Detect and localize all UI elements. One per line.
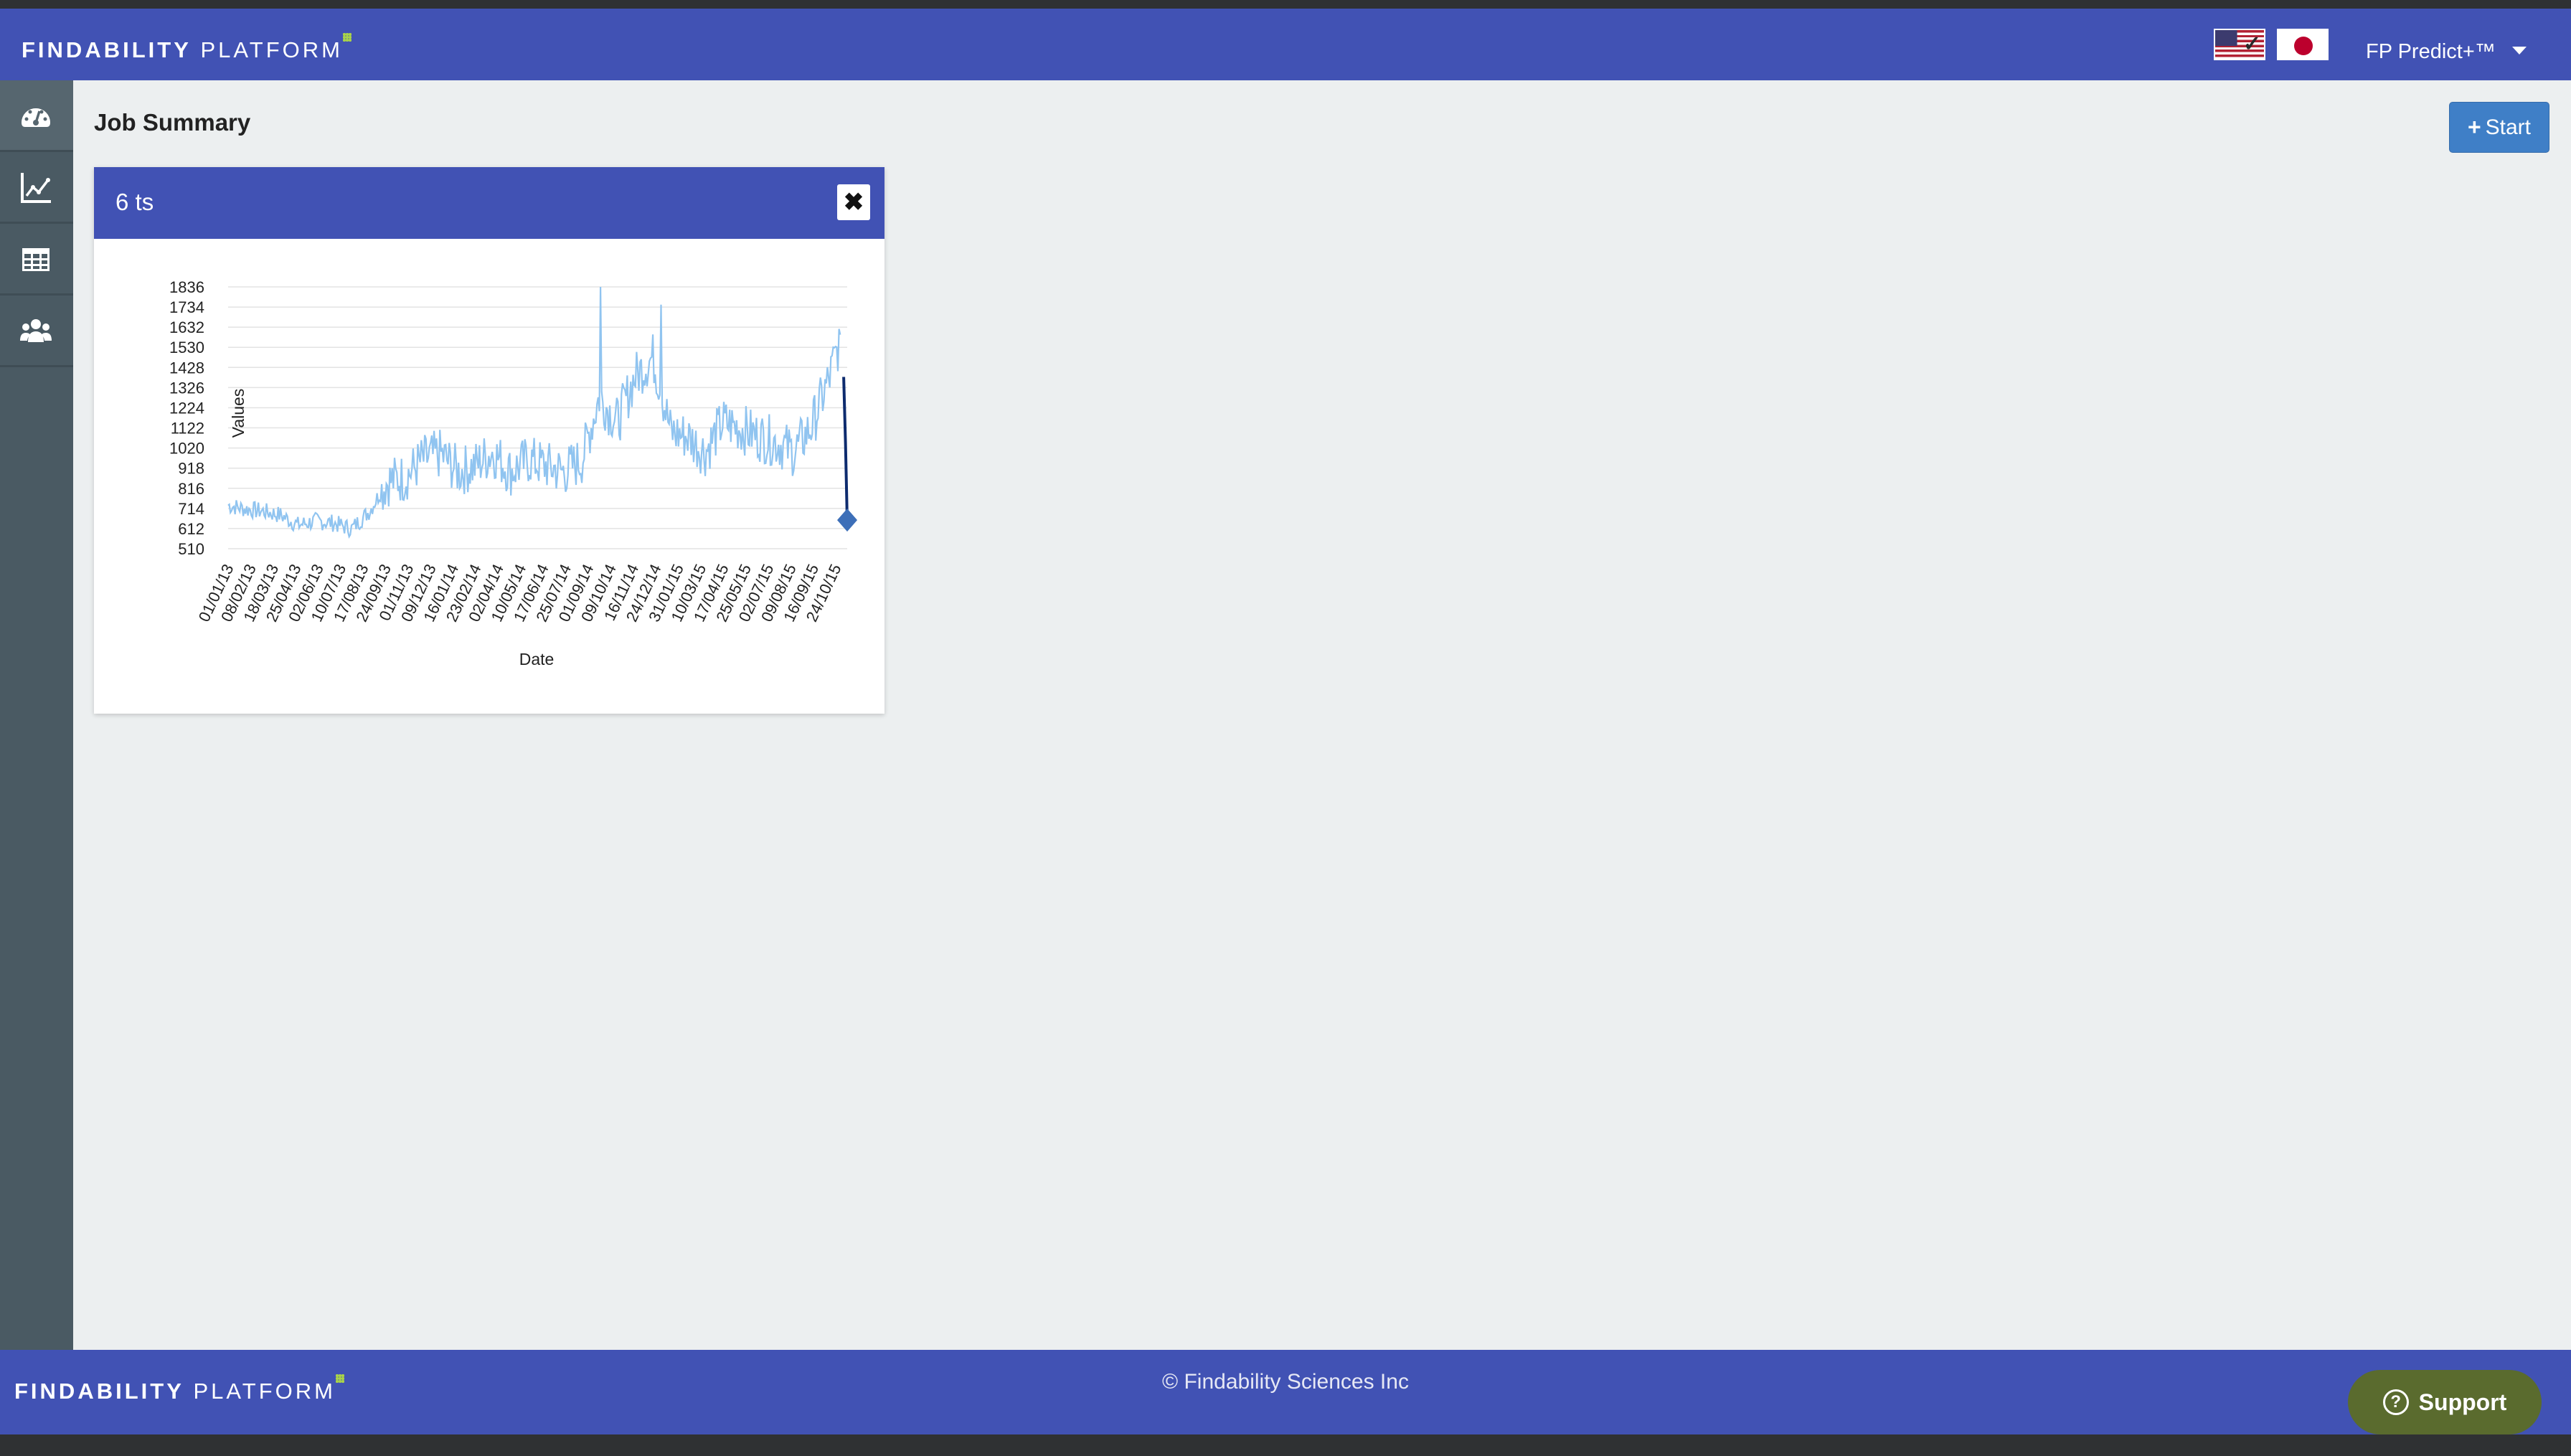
history-series-line xyxy=(227,286,841,539)
y-tick-label: 612 xyxy=(178,520,204,538)
start-button[interactable]: + Start xyxy=(2449,102,2549,153)
y-tick-label: 918 xyxy=(178,460,204,478)
x-axis-title: Date xyxy=(519,650,555,668)
sidebar-item-table[interactable] xyxy=(0,224,73,296)
checkmark-icon: ✓ xyxy=(2242,32,2261,56)
y-tick-label: 1836 xyxy=(169,278,204,296)
y-tick-label: 816 xyxy=(178,480,204,498)
y-tick-label: 714 xyxy=(178,500,204,518)
sidebar xyxy=(0,80,73,1350)
panel-title: 6 ts xyxy=(115,189,154,215)
table-icon xyxy=(22,248,49,271)
plus-icon: + xyxy=(2467,114,2481,140)
chart-series xyxy=(227,286,857,539)
panel-header: 6 ts ✖ xyxy=(94,167,884,239)
line-chart-icon xyxy=(21,173,51,203)
y-tick-label: 1734 xyxy=(169,298,204,316)
y-tick-label: 1632 xyxy=(169,318,204,336)
y-tick-label: 1326 xyxy=(169,379,204,397)
support-button[interactable]: ? Support xyxy=(2348,1370,2542,1434)
y-axis-labels: 1836 1734 1632 1530 1428 1326 1224 1122 1020 918 8… xyxy=(169,278,204,558)
sidebar-item-forecast[interactable] xyxy=(0,152,73,224)
y-axis-title: Values xyxy=(229,389,247,438)
close-button[interactable]: ✖ xyxy=(837,184,870,220)
bottom-window-strip xyxy=(0,1434,2571,1456)
page-title: Job Summary xyxy=(94,109,251,136)
y-tick-label: 1122 xyxy=(171,420,204,438)
y-tick-label: 1224 xyxy=(169,399,204,417)
top-window-strip xyxy=(0,0,2571,9)
japan-flag-icon[interactable] xyxy=(2277,29,2329,60)
timeseries-chart: 1836 1734 1632 1530 1428 1326 1224 1122 1020 918 8… xyxy=(169,278,857,668)
chart-grid xyxy=(228,286,847,549)
findability-logo[interactable]: FINDABILITY PLATFORM xyxy=(22,33,352,63)
close-icon: ✖ xyxy=(843,189,864,216)
start-button-label: Start xyxy=(2485,115,2532,139)
y-tick-label: 1428 xyxy=(169,359,204,377)
app-header: FINDABILITY PLATFORM ✓ FP Predict+™ xyxy=(0,9,2571,80)
chevron-down-icon[interactable] xyxy=(2512,47,2527,55)
x-axis-labels: 01/01/1308/02/1318/03/1325/04/1302/06/13… xyxy=(195,562,845,625)
job-panel: 6 ts ✖ 1836 1734 1632 1530 1428 1326 1224 1122 1… xyxy=(94,167,884,714)
flag-disc xyxy=(2294,37,2313,55)
y-tick-label: 510 xyxy=(178,540,204,558)
copyright-text: © Findability Sciences Inc xyxy=(1162,1370,1409,1394)
app-footer: FINDABILITY PLATFORM © Findability Scien… xyxy=(0,1350,2571,1434)
sidebar-item-dashboard[interactable] xyxy=(0,80,73,152)
question-icon: ? xyxy=(2382,1389,2409,1415)
y-tick-label: 1530 xyxy=(169,339,204,356)
users-icon xyxy=(20,319,52,342)
sidebar-item-users[interactable] xyxy=(0,296,73,367)
forecast-series-line xyxy=(842,377,849,521)
us-flag-icon[interactable]: ✓ xyxy=(2214,29,2265,60)
dashboard-icon xyxy=(22,108,50,127)
logo-dots-icon xyxy=(343,33,352,42)
y-tick-label: 1020 xyxy=(169,440,204,458)
product-menu[interactable]: FP Predict+™ xyxy=(2366,40,2496,64)
support-label: Support xyxy=(2418,1389,2507,1415)
